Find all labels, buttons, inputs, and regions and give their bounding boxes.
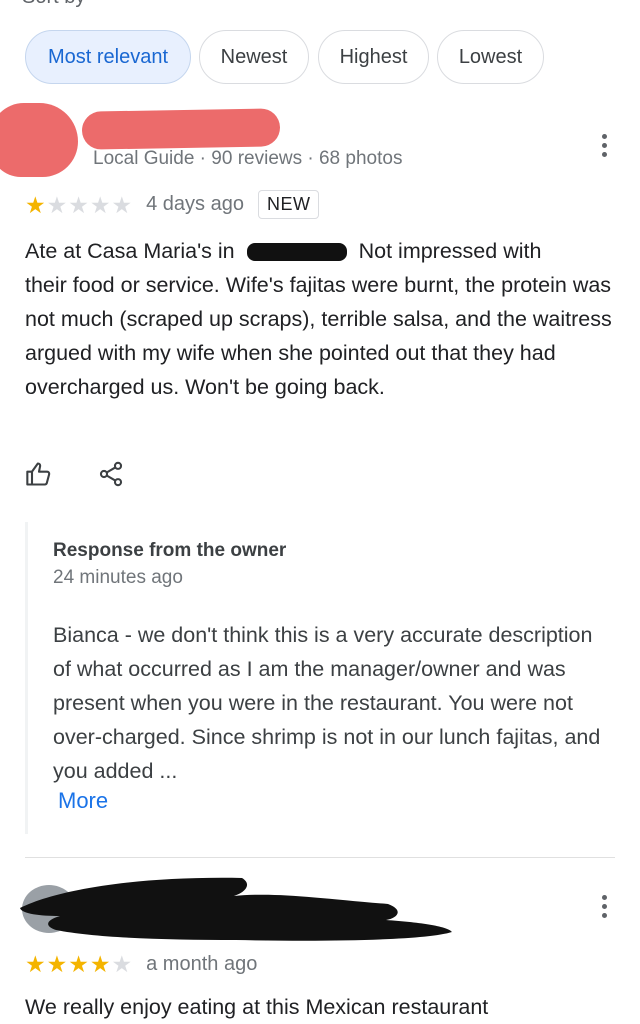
star-icon: ★	[89, 951, 111, 977]
reviewer2-redacted	[16, 870, 456, 946]
more-options-icon[interactable]	[601, 895, 607, 918]
avatar-redacted[interactable]	[0, 103, 78, 177]
thumbs-up-icon[interactable]	[25, 460, 53, 493]
review2-text-partial: We really enjoy eating at this Mexican r…	[25, 995, 489, 1019]
more-link[interactable]: More	[58, 788, 108, 814]
review2-rating-row: ★ ★ ★ ★ ★ a month ago	[25, 952, 257, 976]
star-rating: ★ ★ ★ ★ ★	[25, 952, 132, 976]
reviewer-name-redacted[interactable]	[81, 108, 281, 150]
star-icon: ★	[25, 191, 46, 218]
owner-response-time: 24 minutes ago	[53, 567, 183, 588]
chip-highest[interactable]: Highest	[318, 30, 429, 84]
star-icon: ★	[111, 951, 133, 977]
more-options-icon[interactable]	[601, 134, 607, 157]
star-icon: ★	[111, 191, 133, 218]
owner-response-bar	[25, 522, 28, 834]
chip-newest[interactable]: Newest	[199, 30, 309, 84]
star-icon: ★	[46, 191, 68, 218]
sort-label-cut: Sort by	[22, 0, 85, 9]
star-icon: ★	[68, 951, 89, 977]
star-icon: ★	[46, 951, 68, 977]
owner-response-text: Bianca - we don't think this is a very a…	[53, 623, 601, 783]
star-icon: ★	[68, 191, 89, 218]
review-date: 4 days ago	[146, 193, 244, 215]
review-date: a month ago	[146, 952, 258, 975]
star-icon: ★	[25, 951, 46, 977]
reviewer-meta: Local Guide · 90 reviews · 68 photos	[93, 148, 403, 169]
review1-rating-row: ★ ★ ★ ★ ★ 4 days ago NEW	[25, 190, 320, 219]
star-rating: ★ ★ ★ ★ ★	[25, 193, 132, 217]
chip-most-relevant[interactable]: Most relevant	[25, 30, 191, 84]
new-badge: NEW	[257, 190, 320, 219]
chip-lowest[interactable]: Lowest	[437, 30, 544, 84]
location-redacted	[246, 243, 347, 262]
star-icon: ★	[89, 191, 111, 218]
owner-response-title: Response from the owner	[53, 540, 287, 561]
divider	[25, 857, 615, 858]
review1-text: Ate at Casa Maria's in Not impressed wit…	[25, 239, 612, 399]
share-icon[interactable]	[97, 460, 125, 493]
